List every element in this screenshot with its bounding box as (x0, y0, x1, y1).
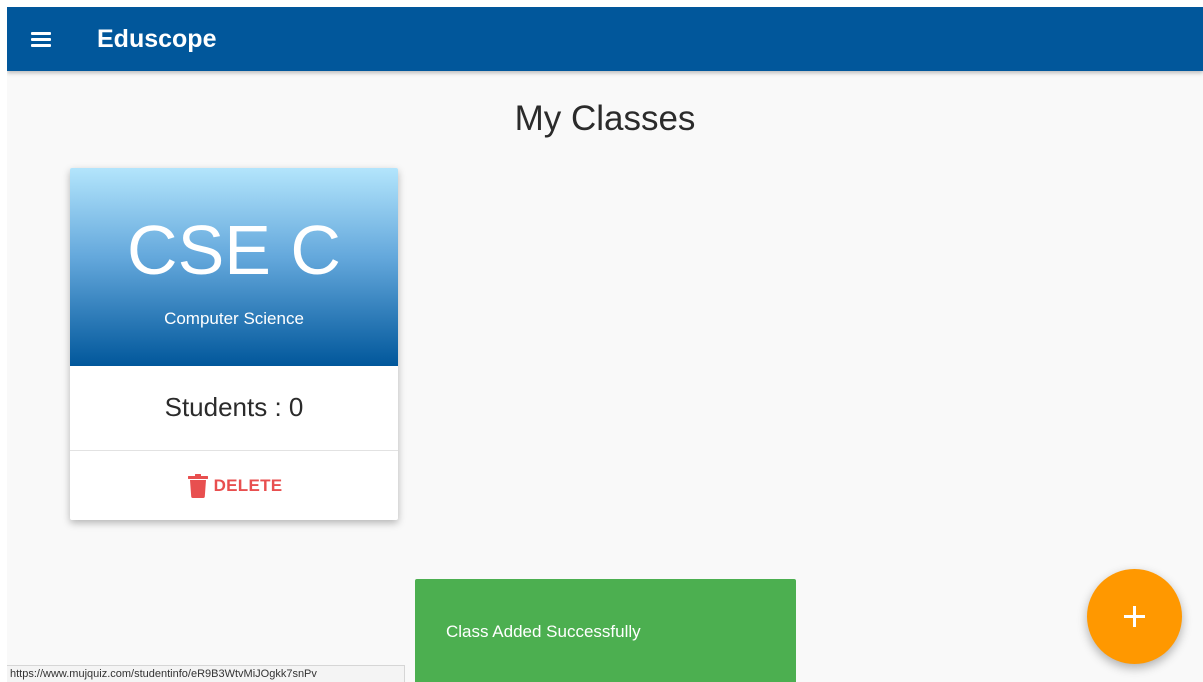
app-title: Eduscope (97, 25, 217, 53)
class-subject: Computer Science (164, 309, 304, 328)
add-class-button[interactable] (1087, 569, 1182, 664)
app-bar: Eduscope (7, 7, 1203, 71)
plus-icon (1124, 606, 1145, 627)
class-card-header[interactable]: CSE C Computer Science (70, 168, 398, 366)
student-count: Students : 0 (164, 392, 304, 422)
class-card: CSE C Computer Science Students : 0 DELE… (70, 168, 398, 520)
hamburger-menu-icon[interactable] (25, 23, 57, 55)
status-bar-url: https://www.mujquiz.com/studentinfo/eR9B… (7, 665, 405, 682)
delete-label: DELETE (213, 476, 283, 495)
class-name: CSE C (127, 211, 341, 289)
card-divider (70, 450, 398, 451)
trash-icon (187, 474, 208, 498)
app-window: Eduscope My Classes CSE C Computer Scien… (7, 7, 1203, 682)
page-title: My Classes (514, 99, 696, 138)
snackbar: Class Added Successfully (415, 579, 796, 682)
delete-class-button[interactable]: DELETE (180, 470, 290, 502)
snackbar-message: Class Added Successfully (446, 622, 641, 641)
